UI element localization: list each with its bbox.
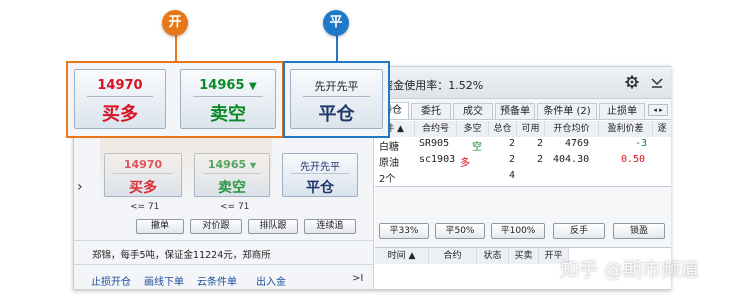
row-name: 原油 [379,158,399,169]
cloud-condition-order-link[interactable]: 云条件单 [197,273,237,288]
tab-stop-loss[interactable]: 止损单 [599,103,645,119]
callout-sell-short-button[interactable]: 14965 ▼ 卖空 [180,69,276,129]
callout-down-arrow-icon: ▼ [249,81,257,92]
col-header-contract[interactable]: 合约号 [415,121,457,137]
open-badge: 开 [162,10,188,36]
row-total: 2 [509,138,516,149]
close-50-button[interactable]: 平50% [435,223,485,239]
open-callout-connector [175,35,177,63]
close-33-button[interactable]: 平33% [379,223,429,239]
tab-trades[interactable]: 成交 [453,103,493,119]
watermark: 知乎 @期市频道 [560,259,700,281]
callout-close-position-label: 平仓 [318,104,355,125]
callout-buy-long-button[interactable]: 14970 买多 [74,69,166,129]
tab-orders[interactable]: 委托 [411,103,451,119]
row-avg-price: 404.30 [553,154,590,165]
gear-icon[interactable] [625,75,639,92]
callout-close-mode-label: 先开先平 [314,80,359,93]
callout-buy-price: 14970 [97,78,143,93]
tab-condition-orders[interactable]: 条件单 (2) [537,103,597,119]
row-avg-price: 4769 [565,138,590,149]
row-name: 2个 [379,174,396,185]
close-callout-connector [336,35,338,63]
callout-sell-price: 14965 [199,78,245,93]
reverse-button[interactable]: 反手 [553,223,605,239]
row-total: 4 [509,170,516,181]
chevron-down-icon[interactable] [650,75,664,92]
zoom-shadow [100,136,272,206]
col-header-side[interactable]: 多空 [457,121,489,137]
col-header-extra[interactable]: 逐 [653,121,671,137]
orders-col-status[interactable]: 状态 [477,248,509,264]
row-available: 2 [537,138,544,149]
row-total: 2 [509,154,516,165]
col-header-pnl-diff[interactable]: 盈利价差 [599,121,653,137]
row-side: 多 [460,158,470,169]
row-name: 白糖 [379,142,399,153]
account-info-divider [74,240,373,241]
row-available: 2 [537,154,544,165]
row-pnl-diff: -3 [635,138,648,149]
stop-loss-open-link[interactable]: 止损开仓 [91,273,131,288]
expand-arrow-icon[interactable]: › [77,179,83,195]
account-info: 郑锦，每手5吨，保证金11224元，郑商所 [92,250,271,261]
row-side: 空 [472,142,482,153]
callout-close-position-button[interactable]: 先开先平 平仓 [290,69,383,129]
match-price-follow-button[interactable]: 对价跟 [190,219,242,234]
close-position-label: 平仓 [306,180,334,196]
row-contract: sc1903 [419,154,456,165]
col-header-total[interactable]: 总仓 [489,121,517,137]
queue-follow-button[interactable]: 排队跟 [248,219,298,234]
orders-col-contract[interactable]: 合约 [429,248,477,264]
row-contract: SR905 [419,138,450,149]
close-position-button[interactable]: 先开先平 平仓 [282,153,358,197]
lock-profit-button[interactable]: 锁盈 [613,223,665,239]
links-divider [74,264,373,265]
callout-buy-long-label: 买多 [102,104,138,125]
col-header-available[interactable]: 可用 [517,121,545,137]
tab-preset-orders[interactable]: 预备单 [495,103,535,119]
orders-col-direction[interactable]: 买卖 [509,248,539,264]
close-mode-label: 先开先平 [300,162,340,173]
col-header-avg-price[interactable]: 开仓均价 [545,121,599,137]
row-pnl-diff: 0.50 [621,154,646,165]
line-order-link[interactable]: 画线下单 [144,273,184,288]
close-badge: 平 [323,10,349,36]
close-100-button[interactable]: 平100% [491,223,545,239]
continuous-chase-button[interactable]: 连续追 [304,219,356,234]
callout-sell-short-label: 卖空 [210,104,246,125]
tab-scroll-arrows[interactable]: ◂ ▸ [648,104,668,116]
orders-col-time[interactable]: 时间 ▲ [375,248,429,264]
deposit-withdraw-link[interactable]: 出入金 [256,273,286,288]
cancel-order-button[interactable]: 撤单 [136,219,184,234]
collapse-panel-icon[interactable]: >I [352,273,363,284]
